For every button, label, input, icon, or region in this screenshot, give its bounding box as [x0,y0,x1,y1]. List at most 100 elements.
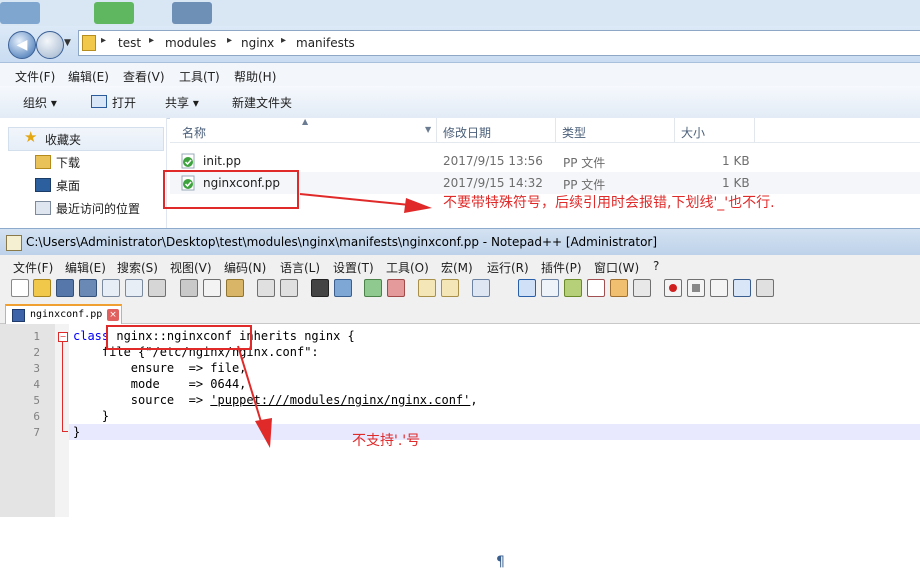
copy-icon[interactable] [203,279,221,297]
play-macro-icon[interactable] [710,279,728,297]
save-all-icon[interactable] [79,279,97,297]
menu-plugins[interactable]: 插件(P) [541,259,582,276]
close-all-icon[interactable] [125,279,143,297]
organize-button[interactable]: 组织 ▾ [23,94,57,111]
code-url[interactable]: 'puppet:///modules/nginx/nginx.conf' [210,393,470,407]
file-size: 1 KB [722,176,750,190]
run-macro-multiple-icon[interactable] [733,279,751,297]
menu-edit[interactable]: 编辑(E) [68,68,109,85]
paste-icon[interactable] [226,279,244,297]
nav-downloads[interactable]: 下载 [56,154,80,171]
column-dropdown-icon[interactable]: ▼ [425,125,431,134]
column-divider[interactable] [555,118,556,142]
menu-encoding[interactable]: 编码(N) [224,259,266,276]
save-icon[interactable] [56,279,74,297]
replace-icon[interactable] [334,279,352,297]
open-file-icon[interactable] [33,279,51,297]
line-number: 3 [33,362,40,375]
menu-help[interactable]: ? [653,259,659,273]
redo-icon[interactable] [280,279,298,297]
breadcrumb-separator[interactable]: ▸ [227,35,232,46]
undo-icon[interactable] [257,279,275,297]
menu-tools[interactable]: 工具(O) [386,259,429,276]
function-list-icon[interactable] [564,279,582,297]
menu-run[interactable]: 运行(R) [487,259,529,276]
sync-v-icon[interactable] [418,279,436,297]
word-wrap-icon[interactable] [472,279,490,297]
save-macro-icon[interactable] [756,279,774,297]
zoom-in-icon[interactable] [364,279,382,297]
share-button[interactable]: 共享 ▾ [165,94,199,111]
menu-tools[interactable]: 工具(T) [179,68,220,85]
column-date[interactable]: 修改日期 [443,124,491,141]
column-name[interactable]: 名称 [182,124,206,141]
file-row[interactable]: init.pp 2017/9/15 13:56 PP 文件 1 KB [170,150,920,172]
menu-help[interactable]: 帮助(H) [234,68,276,85]
cut-icon[interactable] [180,279,198,297]
breadcrumb-manifests[interactable]: manifests [296,36,355,50]
column-divider[interactable] [436,118,437,142]
record-macro-icon[interactable] [664,279,682,297]
menu-view[interactable]: 查看(V) [123,68,165,85]
new-folder-button[interactable]: 新建文件夹 [232,94,292,111]
menu-language[interactable]: 语言(L) [280,259,320,276]
nav-desktop[interactable]: 桌面 [56,177,80,194]
nav-recent[interactable]: 最近访问的位置 [56,200,140,217]
stop-macro-icon[interactable] [687,279,705,297]
zoom-out-icon[interactable] [387,279,405,297]
eye-icon[interactable] [633,279,651,297]
monitor-icon[interactable] [610,279,628,297]
open-button[interactable]: 打开 [112,94,136,111]
taskbar-app-icon[interactable] [0,2,40,24]
explorer-menubar: 文件(F) 编辑(E) 查看(V) 工具(T) 帮助(H) [0,63,920,86]
breadcrumb-separator[interactable]: ▸ [101,35,106,46]
menu-edit[interactable]: 编辑(E) [65,259,106,276]
menu-file[interactable]: 文件(F) [15,68,55,85]
show-all-chars-icon[interactable]: ¶ [496,554,505,570]
file-type: PP 文件 [563,178,606,192]
find-icon[interactable] [311,279,329,297]
doc-map-icon[interactable] [541,279,559,297]
breadcrumb-separator[interactable]: ▸ [149,35,154,46]
indent-guide-icon[interactable] [518,279,536,297]
history-dropdown-icon[interactable]: ▼ [64,38,71,48]
tab-close-icon[interactable]: × [107,309,119,321]
column-divider[interactable] [754,118,755,142]
file-name[interactable]: init.pp [203,154,241,168]
menu-file[interactable]: 文件(F) [13,259,53,276]
open-icon [91,95,107,108]
nav-favorites[interactable]: 收藏夹 [45,131,81,148]
keyword-class: class [73,329,110,343]
fold-toggle-icon[interactable]: − [58,332,68,342]
menu-window[interactable]: 窗口(W) [594,259,639,276]
new-file-icon[interactable] [11,279,29,297]
line-number: 1 [33,330,40,343]
column-type[interactable]: 类型 [562,124,586,141]
code-line-7: } [73,425,81,439]
sync-h-icon[interactable] [441,279,459,297]
breadcrumb-test[interactable]: test [118,36,141,50]
column-size[interactable]: 大小 [681,124,705,141]
taskbar-app-icon[interactable] [94,2,134,24]
column-divider[interactable] [674,118,675,142]
taskbar-app-icon[interactable] [172,2,212,24]
back-button[interactable]: ◀ [8,31,36,59]
code-text: source => [73,393,211,407]
menu-macro[interactable]: 宏(M) [441,259,473,276]
menu-view[interactable]: 视图(V) [170,259,212,276]
menu-settings[interactable]: 设置(T) [333,259,374,276]
line-number: 4 [33,378,40,391]
notepadpp-titlebar: C:\Users\Administrator\Desktop\test\modu… [0,228,920,256]
breadcrumb-separator[interactable]: ▸ [281,35,286,46]
menu-search[interactable]: 搜索(S) [117,259,158,276]
print-icon[interactable] [148,279,166,297]
close-icon[interactable] [102,279,120,297]
breadcrumb-modules[interactable]: modules [165,36,216,50]
breadcrumb-nginx[interactable]: nginx [241,36,274,50]
folder-as-workspace-icon[interactable] [587,279,605,297]
forward-button[interactable] [36,31,64,59]
fold-line [62,342,63,432]
address-box[interactable]: ▸ test ▸ modules ▸ nginx ▸ manifests [78,30,920,56]
desktop-icon [35,178,51,192]
tab-nginxconf[interactable]: nginxconf.pp × [5,304,122,325]
